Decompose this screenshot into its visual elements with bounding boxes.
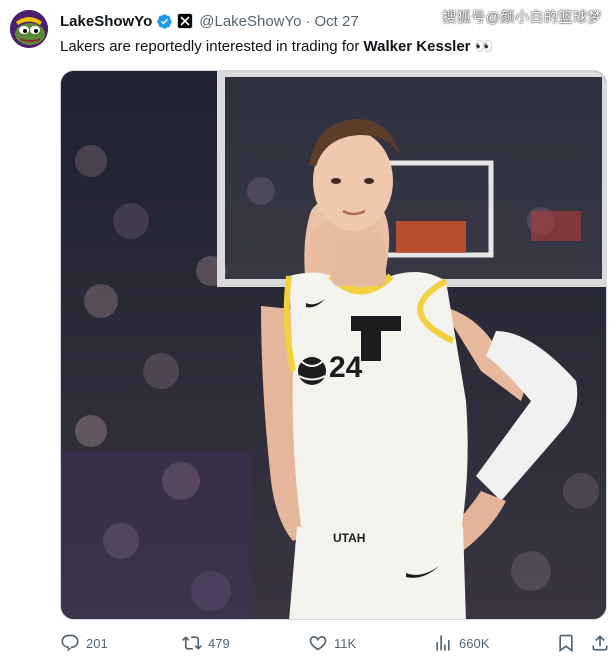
views-icon <box>436 635 450 651</box>
like-button[interactable]: 11K <box>308 630 356 656</box>
shorts-label: UTAH <box>333 531 365 545</box>
affiliate-badge-icon <box>177 13 194 29</box>
share-button[interactable] <box>590 630 610 656</box>
views-button[interactable]: 660K <box>433 630 489 656</box>
verified-badge-icon <box>156 13 173 30</box>
like-count: 11K <box>334 635 357 651</box>
display-name[interactable]: LakeShowYo <box>60 13 152 30</box>
share-icon <box>592 635 608 651</box>
views-count: 660K <box>459 635 490 651</box>
watermark: 搜狐号@颜小白的篮球梦 <box>442 9 602 25</box>
tweet-photo[interactable]: 24 UTAH <box>60 70 607 620</box>
reply-icon <box>61 634 79 652</box>
repost-button[interactable]: 479 <box>182 630 230 656</box>
jersey-number: 24 <box>329 351 363 384</box>
action-bar: 201 479 11K 660K <box>60 630 612 656</box>
repost-icon <box>182 636 202 650</box>
bookmark-button[interactable] <box>556 630 576 656</box>
tweet-text-emoji: 👀 <box>470 38 494 55</box>
bookmark-icon <box>559 634 573 653</box>
reply-button[interactable]: 201 <box>60 630 108 656</box>
tweet-text-bold: Walker Kessler <box>363 38 471 55</box>
user-handle[interactable]: @LakeShowYo <box>199 13 301 30</box>
avatar[interactable] <box>10 10 48 48</box>
tweet-header: LakeShowYo @LakeShowYo · Oct 27 <box>60 11 359 31</box>
repost-count: 479 <box>208 635 230 651</box>
post-date[interactable]: Oct 27 <box>315 13 359 30</box>
reply-count: 201 <box>86 635 108 651</box>
tweet-text-prefix: Lakers are reportedly interested in trad… <box>60 38 364 55</box>
tweet-text: Lakers are reportedly interested in trad… <box>60 37 493 55</box>
separator-dot: · <box>305 12 311 30</box>
like-icon <box>309 635 327 651</box>
